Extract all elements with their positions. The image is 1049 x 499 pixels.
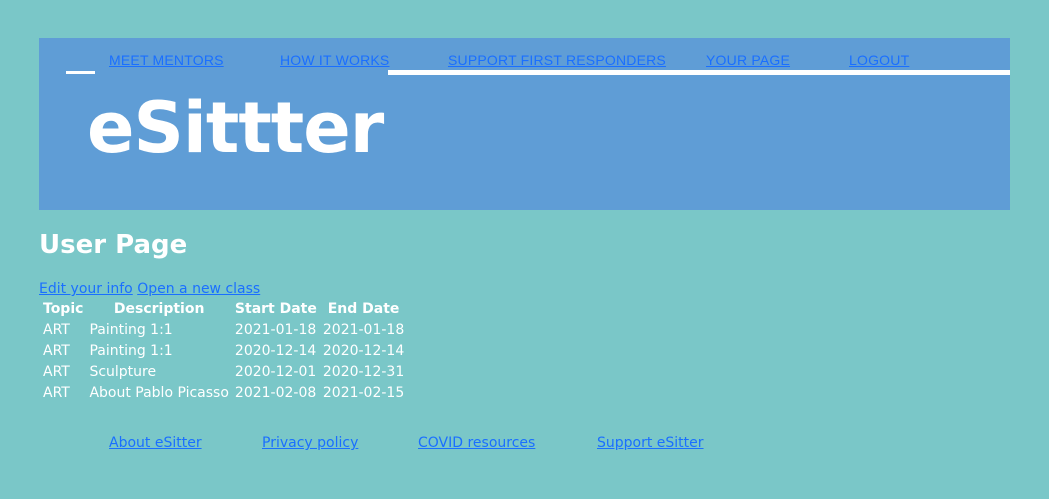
cell-end-date: 2020-12-14 bbox=[322, 342, 405, 359]
cell-topic: ART bbox=[43, 363, 70, 380]
cell-description: Sculpture bbox=[89, 363, 157, 380]
nav-logout[interactable]: LOGOUT bbox=[849, 52, 909, 68]
table-row: ART Painting 1:1 2021-01-18 2021-01-18 bbox=[41, 319, 406, 340]
cell-topic: ART bbox=[43, 384, 70, 401]
site-header: MEET MENTORS HOW IT WORKS SUPPORT FIRST … bbox=[39, 38, 1010, 210]
menu-line-icon bbox=[66, 71, 95, 74]
nav-meet-mentors[interactable]: MEET MENTORS bbox=[109, 52, 224, 68]
cell-start-date: 2020-12-01 bbox=[234, 363, 317, 380]
nav-support-first-responders[interactable]: SUPPORT FIRST RESPONDERS bbox=[448, 52, 666, 68]
cell-end-date: 2020-12-31 bbox=[322, 363, 405, 380]
nav-how-it-works[interactable]: HOW IT WORKS bbox=[280, 52, 389, 68]
cell-end-date: 2021-01-18 bbox=[322, 321, 405, 338]
footer-link-about[interactable]: About eSitter bbox=[109, 435, 202, 451]
cell-start-date: 2020-12-14 bbox=[234, 342, 317, 359]
footer-link-support[interactable]: Support eSitter bbox=[597, 435, 704, 451]
cell-start-date: 2021-01-18 bbox=[234, 321, 317, 338]
cell-description: Painting 1:1 bbox=[89, 342, 173, 359]
column-header-topic: Topic bbox=[43, 300, 84, 317]
cell-description: About Pablo Picasso bbox=[89, 384, 229, 401]
edit-info-link[interactable]: Edit your info bbox=[39, 281, 133, 297]
cell-topic: ART bbox=[43, 321, 70, 338]
user-actions: Edit your info Open a new class bbox=[39, 280, 260, 298]
column-header-end-date: End Date bbox=[327, 300, 400, 317]
cell-description: Painting 1:1 bbox=[89, 321, 173, 338]
main-nav: MEET MENTORS HOW IT WORKS SUPPORT FIRST … bbox=[39, 52, 1010, 72]
footer-link-privacy[interactable]: Privacy policy bbox=[262, 435, 358, 451]
site-logo[interactable]: eSittter bbox=[87, 86, 384, 170]
table-row: ART Painting 1:1 2020-12-14 2020-12-14 bbox=[41, 340, 406, 361]
site-footer: About eSitter Privacy policy COVID resou… bbox=[0, 435, 1049, 455]
column-header-start-date: Start Date bbox=[234, 300, 317, 317]
cell-topic: ART bbox=[43, 342, 70, 359]
footer-link-covid[interactable]: COVID resources bbox=[418, 435, 535, 451]
cell-start-date: 2021-02-08 bbox=[234, 384, 317, 401]
page-title: User Page bbox=[39, 230, 188, 260]
table-header-row: Topic Description Start Date End Date bbox=[41, 298, 406, 319]
open-new-class-link[interactable]: Open a new class bbox=[137, 281, 260, 297]
table-row: ART About Pablo Picasso 2021-02-08 2021-… bbox=[41, 382, 406, 403]
nav-your-page[interactable]: YOUR PAGE bbox=[706, 52, 790, 68]
classes-table: Topic Description Start Date End Date AR… bbox=[39, 298, 408, 403]
cell-end-date: 2021-02-15 bbox=[322, 384, 405, 401]
nav-divider bbox=[388, 70, 1010, 75]
table-row: ART Sculpture 2020-12-01 2020-12-31 bbox=[41, 361, 406, 382]
column-header-description: Description bbox=[113, 300, 205, 317]
